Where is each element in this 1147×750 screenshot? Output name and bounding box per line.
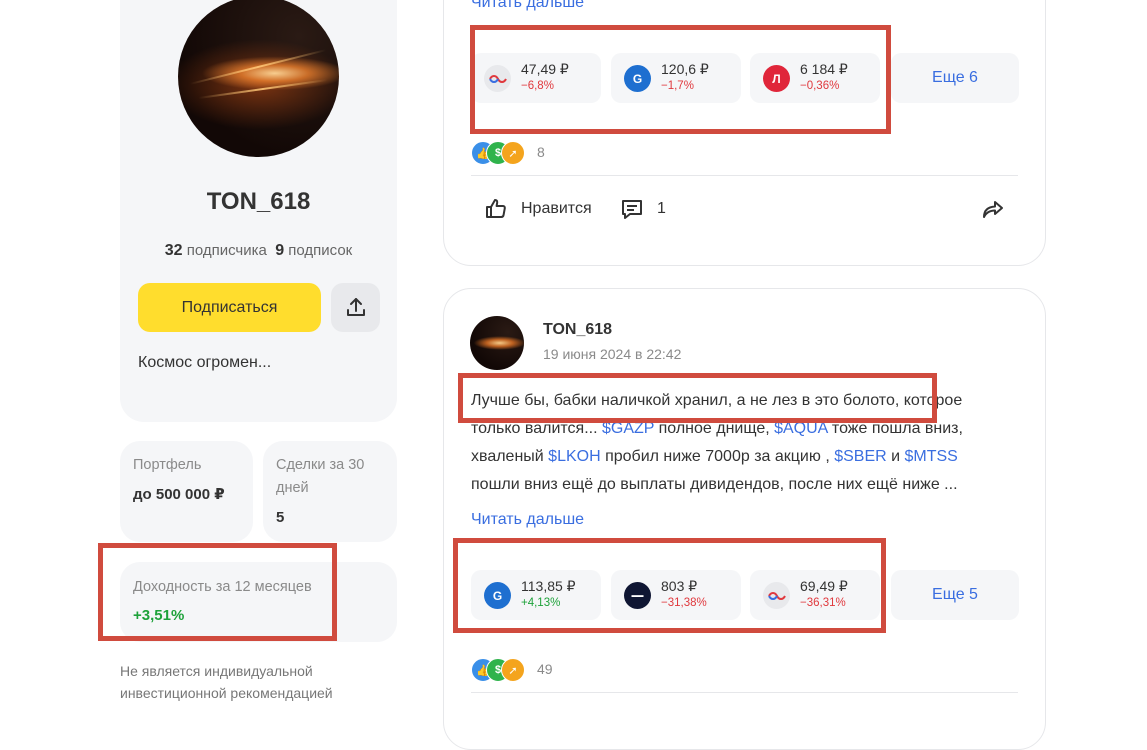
profile-username: TON_618 xyxy=(206,188,311,215)
aqua-icon xyxy=(763,582,790,609)
profile-bio: Космос огромен... xyxy=(138,354,272,371)
author-name[interactable]: TON_618 xyxy=(543,321,612,339)
author-avatar[interactable] xyxy=(470,316,524,370)
like-button[interactable]: Нравится xyxy=(484,197,592,221)
gazprom-icon: G xyxy=(484,582,511,609)
post-card xyxy=(443,0,1046,266)
post-date: 19 июня 2024 в 22:42 xyxy=(543,346,682,362)
disclaimer-text: Не является индивидуальной инвестиционно… xyxy=(120,663,333,701)
rocket-icon: ➚ xyxy=(501,141,525,165)
ticker-change: −1,7% xyxy=(661,80,694,92)
reactions-summary[interactable]: 👍 $ ➚ xyxy=(471,658,541,682)
portfolio-label: Портфель xyxy=(133,457,202,473)
post-text-segment: полное днище, xyxy=(654,420,775,437)
ticker-price: 113,85 ₽ xyxy=(521,578,576,594)
ticker-change: −36,31% xyxy=(800,597,846,609)
followers-label: подписчика xyxy=(186,242,267,259)
post-text-segment: только валится... xyxy=(471,420,602,437)
ticker-tile[interactable]: ▬▬ 803 ₽ −31,38% xyxy=(611,570,741,620)
profile-avatar xyxy=(178,0,339,157)
following-label: подписок xyxy=(288,242,353,259)
ticker-price: 47,49 ₽ xyxy=(521,61,569,77)
ticker-change: −6,8% xyxy=(521,80,554,92)
post-text-segment: тоже пошла вниз, xyxy=(827,420,963,437)
comments-count: 1 xyxy=(657,200,666,217)
post-line: хваленый $LKOH пробил ниже 7000р за акци… xyxy=(471,443,1016,471)
thumbs-up-outline-icon xyxy=(486,199,506,218)
post-line: только валится... $GAZP полное днище, $A… xyxy=(471,415,1016,443)
cashtag-link[interactable]: $GAZP xyxy=(602,420,654,437)
ticker-price: 120,6 ₽ xyxy=(661,61,709,77)
ticker-price: 6 184 ₽ xyxy=(800,61,848,77)
divider xyxy=(471,692,1018,693)
cashtag-link[interactable]: $AQUA xyxy=(774,420,827,437)
rocket-icon: ➚ xyxy=(501,658,525,682)
ticker-tile[interactable]: G 120,6 ₽ −1,7% xyxy=(611,53,741,103)
ticker-tile[interactable]: G 113,85 ₽ +4,13% xyxy=(471,570,601,620)
ticker-change: −31,38% xyxy=(661,597,707,609)
gazprom-icon: G xyxy=(624,65,651,92)
more-tickers-button[interactable]: Еще 6 xyxy=(891,53,1019,103)
ticker-change: +4,13% xyxy=(521,597,561,609)
post-text-segment: хваленый xyxy=(471,448,549,465)
cashtag-link[interactable]: $MTSS xyxy=(905,448,958,465)
share-profile-button[interactable] xyxy=(331,283,380,332)
deals-value: 5 xyxy=(276,509,285,526)
reactions-count: 49 xyxy=(537,661,553,677)
cashtag-link[interactable]: $LKOH xyxy=(548,448,600,465)
post-text-segment: и xyxy=(886,448,905,465)
deals-label: Сделки за 30 дней xyxy=(276,457,365,496)
post-line: пошли вниз ещё до выплаты дивидендов, по… xyxy=(471,476,958,493)
cashtag-link[interactable]: $SBER xyxy=(834,448,886,465)
subscribe-button[interactable]: Подписаться xyxy=(138,283,321,332)
more-tickers-button[interactable]: Еще 5 xyxy=(891,570,1019,620)
comments-button[interactable]: 1 xyxy=(620,197,666,221)
share-upload-icon xyxy=(346,297,365,316)
ticker-tile[interactable]: Л 6 184 ₽ −0,36% xyxy=(750,53,880,103)
read-more-link[interactable]: Читать дальше xyxy=(471,511,584,529)
reactions-summary[interactable]: 👍 $ ➚ xyxy=(471,141,541,165)
following-count: 9 xyxy=(275,242,285,259)
ticker-price: 803 ₽ xyxy=(661,578,698,594)
comment-icon xyxy=(622,200,642,219)
aqua-icon xyxy=(484,65,511,92)
ticker-change: −0,36% xyxy=(800,80,840,92)
dark-logo-icon: ▬▬ xyxy=(624,582,651,609)
profile-followers[interactable]: 32 подписчика 9 подписок xyxy=(120,242,397,260)
portfolio-value: до 500 000 ₽ xyxy=(133,486,225,503)
post-line: Лучше бы, бабки наличкой хранил, а не ле… xyxy=(471,392,963,409)
read-more-link[interactable]: Читать дальше xyxy=(471,0,584,12)
post-text-segment: пробил ниже 7000р за акцию , xyxy=(600,448,835,465)
share-arrow-icon xyxy=(983,201,1003,218)
ticker-tile[interactable]: 47,49 ₽ −6,8% xyxy=(471,53,601,103)
yield-label: Доходность за 12 месяцев xyxy=(133,579,312,595)
ticker-tile[interactable]: 69,49 ₽ −36,31% xyxy=(750,570,880,620)
reactions-count: 8 xyxy=(537,144,545,160)
yield-value: +3,51% xyxy=(133,607,185,624)
lukoil-icon: Л xyxy=(763,65,790,92)
ticker-price: 69,49 ₽ xyxy=(800,578,848,594)
yield-stat-card xyxy=(120,562,397,642)
share-post-button[interactable] xyxy=(981,197,1005,221)
post-body: Лучше бы, бабки наличкой хранил, а не ле… xyxy=(471,387,1016,499)
divider xyxy=(471,175,1018,176)
like-label: Нравится xyxy=(521,200,592,217)
followers-count: 32 xyxy=(164,242,183,259)
